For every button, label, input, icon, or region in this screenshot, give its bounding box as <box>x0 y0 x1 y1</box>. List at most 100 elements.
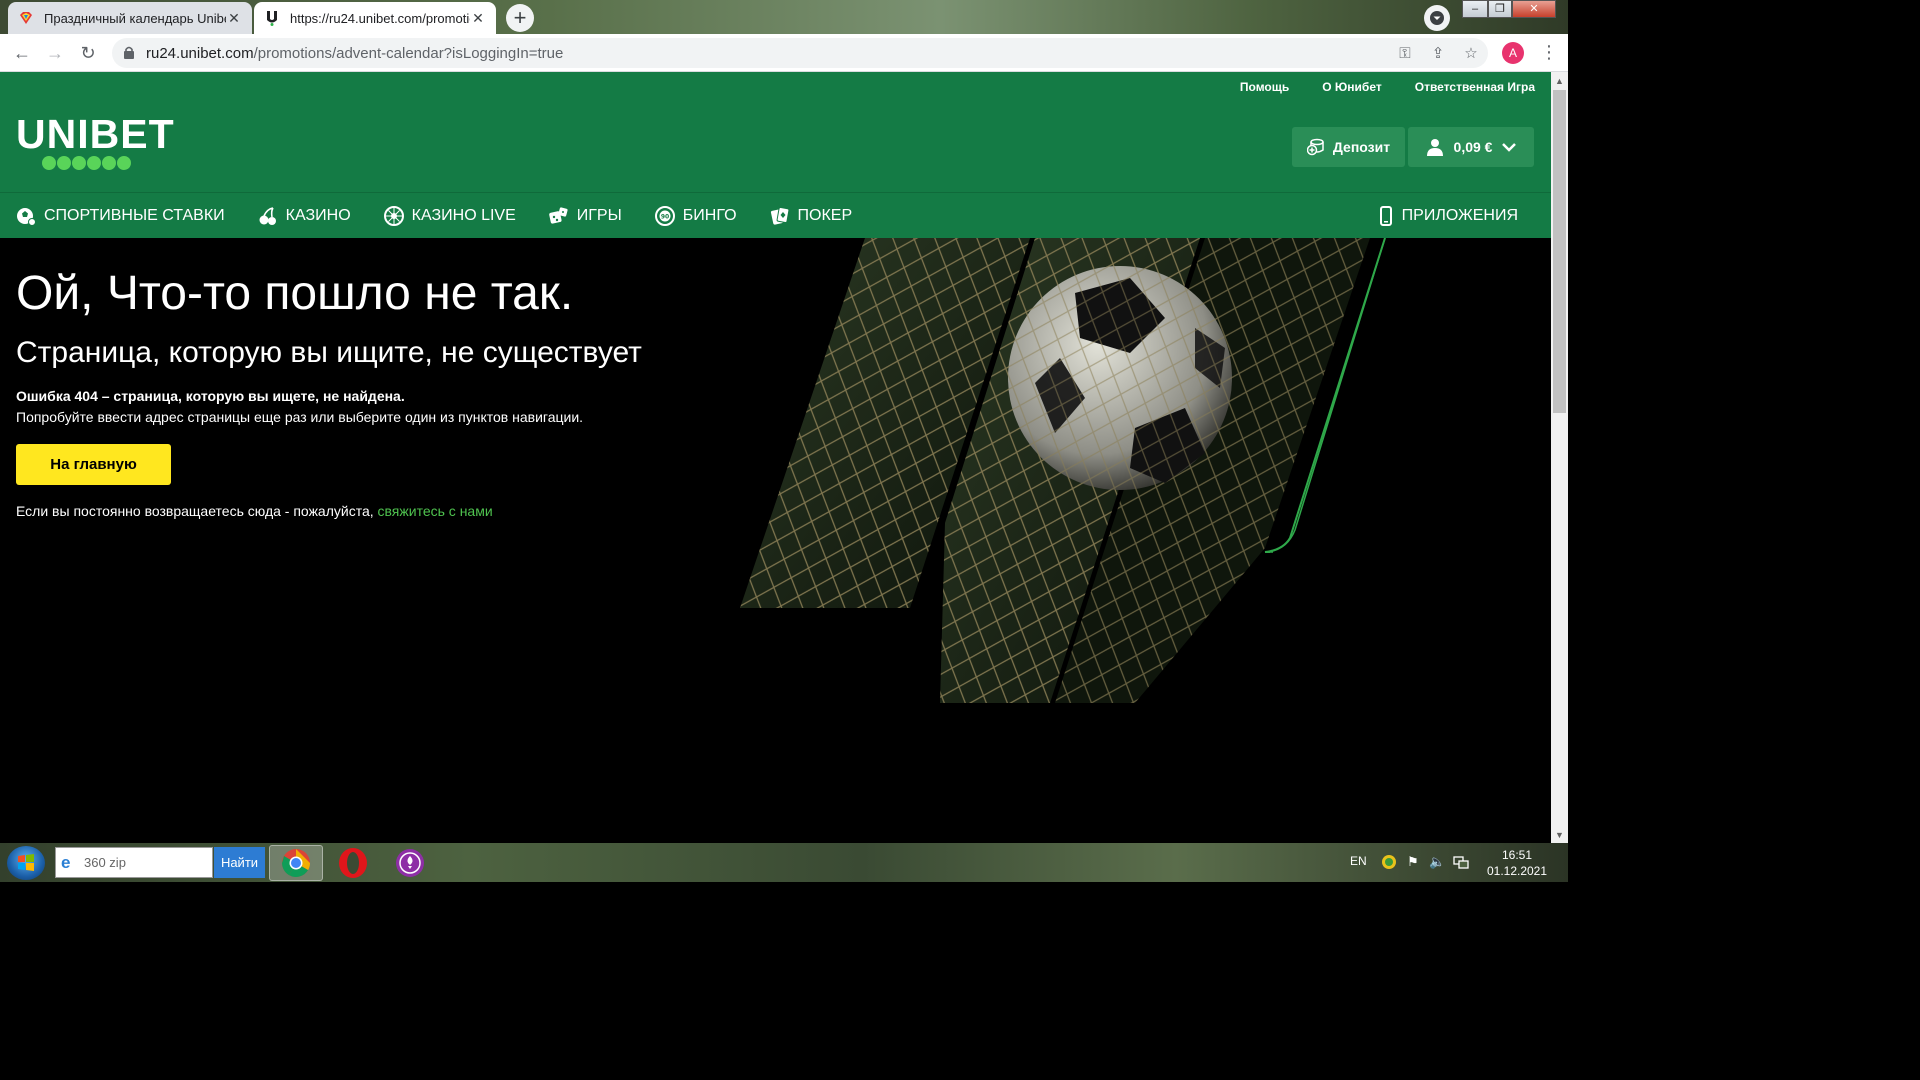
tab-title: https://ru24.unibet.com/promotions/adven… <box>290 10 470 26</box>
mobile-phone-icon <box>1379 205 1392 226</box>
url-text: ru24.unibet.com/promotions/advent-calend… <box>146 45 563 62</box>
logo-text: UNIBET <box>16 111 175 157</box>
back-arrow-icon[interactable]: ← <box>12 43 32 63</box>
home-button[interactable]: На главную <box>16 444 171 485</box>
keyboard-language[interactable]: EN <box>1350 854 1367 868</box>
chevron-down-icon <box>1502 143 1517 152</box>
url-path: /promotions/advent-calendar?isLoggingIn=… <box>253 45 564 62</box>
bingo-ball-icon: 90 <box>654 205 675 226</box>
taskbar-search-button[interactable]: Найти <box>214 847 265 878</box>
user-icon <box>1426 139 1443 156</box>
contact-us-link[interactable]: свяжитесь с нами <box>378 503 493 519</box>
error-subtitle: Страница, которую вы ищите, не существуе… <box>16 336 642 369</box>
responsible-gaming-link[interactable]: Ответственная Игра <box>1415 80 1535 94</box>
balance-amount: 0,09 € <box>1453 139 1493 155</box>
minimize-button[interactable]: – <box>1462 0 1488 18</box>
windows-logo-icon <box>18 854 34 871</box>
nav-poker[interactable]: ПОКЕР <box>770 206 853 226</box>
scroll-down-arrow-icon[interactable]: ▼ <box>1555 830 1564 840</box>
unibet-logo[interactable]: UNIBET <box>16 114 175 170</box>
page-scrollbar[interactable]: ▲ ▼ <box>1551 72 1568 843</box>
scroll-up-arrow-icon[interactable]: ▲ <box>1555 76 1564 86</box>
chevron-down-icon <box>1430 11 1444 25</box>
network-icon[interactable] <box>1453 854 1469 870</box>
profile-avatar[interactable]: A <box>1502 42 1524 64</box>
diamond-icon <box>20 12 32 24</box>
nav-casino[interactable]: КАЗИНО <box>258 206 351 226</box>
error-title: Ой, Что-то пошло не так. <box>16 267 574 320</box>
taskbar-clock[interactable]: 16:51 01.12.2021 <box>1486 847 1548 879</box>
main-navigation: СПОРТИВНЫЕ СТАВКИ КАЗИНО КАЗИНО LIVE ИГР… <box>16 193 885 238</box>
deposit-button[interactable]: Депозит <box>1292 127 1405 167</box>
error-hint: Попробуйте ввести адрес страницы еще раз… <box>16 409 584 425</box>
sports-ball-icon <box>17 207 36 226</box>
deposit-coins-icon <box>1306 138 1324 156</box>
browser-toolbar: ← → ↻ ru24.unibet.com/promotions/advent-… <box>0 34 1568 72</box>
window-controls: – ❐ ✕ <box>1462 0 1556 20</box>
tab-search-button[interactable] <box>1424 5 1450 31</box>
football-net-artwork <box>740 238 1386 703</box>
opera-icon <box>339 848 367 878</box>
web-page: Помощь О Юнибет Ответственная Игра UNIBE… <box>0 72 1551 843</box>
cherries-icon <box>259 206 276 225</box>
account-balance-button[interactable]: 0,09 € <box>1408 127 1534 167</box>
nav-apps[interactable]: ПРИЛОЖЕНИЯ <box>1379 193 1518 238</box>
unibet-u-icon <box>267 11 277 26</box>
top-links: Помощь О Юнибет Ответственная Игра <box>1240 80 1535 94</box>
logo-dots <box>42 156 175 170</box>
nav-live-casino[interactable]: КАЗИНО LIVE <box>383 205 516 226</box>
contact-prefix: Если вы постоянно возвращаетесь сюда - п… <box>16 503 378 519</box>
error-code-line: Ошибка 404 – страница, которую вы ищете,… <box>16 388 405 404</box>
chrome-icon <box>282 849 310 877</box>
tab-advent-calendar[interactable]: Праздничный календарь Unibet ✕ <box>8 2 252 34</box>
poker-app-icon <box>396 849 424 877</box>
maximize-button[interactable]: ❐ <box>1488 0 1512 18</box>
contact-line: Если вы постоянно возвращаетесь сюда - п… <box>16 503 493 519</box>
menu-kebab-icon[interactable]: ⋮ <box>1540 42 1558 62</box>
taskbar-chrome[interactable] <box>269 845 323 881</box>
nav-bingo[interactable]: 90 БИНГО <box>654 205 737 226</box>
forward-arrow-icon[interactable]: → <box>45 43 65 63</box>
url-host: ru24.unibet.com <box>146 45 254 62</box>
clock-time: 16:51 <box>1501 848 1533 862</box>
about-link[interactable]: О Юнибет <box>1322 80 1381 94</box>
reload-icon[interactable]: ↻ <box>78 43 98 63</box>
roulette-icon <box>383 205 404 226</box>
close-tab-icon[interactable]: ✕ <box>226 10 242 26</box>
new-tab-button[interactable]: + <box>506 4 534 32</box>
action-center-flag-icon[interactable]: ⚑ <box>1405 854 1421 870</box>
nav-label: ПОКЕР <box>797 206 853 224</box>
nav-label: БИНГО <box>682 206 737 224</box>
clock-date: 01.12.2021 <box>1486 864 1548 878</box>
tab-title: Праздничный календарь Unibet <box>44 10 226 26</box>
nav-sports-betting[interactable]: СПОРТИВНЫЕ СТАВКИ <box>16 206 225 226</box>
ie-search-icon: e <box>61 853 71 872</box>
share-icon[interactable]: ⇪ <box>1429 45 1447 63</box>
dice-icon <box>548 206 568 224</box>
close-tab-icon[interactable]: ✕ <box>470 10 486 26</box>
svg-text:90: 90 <box>661 213 669 220</box>
help-link[interactable]: Помощь <box>1240 80 1289 94</box>
lock-icon <box>124 46 134 59</box>
scrollbar-thumb[interactable] <box>1553 90 1566 413</box>
nav-label: СПОРТИВНЫЕ СТАВКИ <box>44 206 225 224</box>
nav-label: ИГРЫ <box>576 206 622 224</box>
os-taskbar: e Найти EN ⚑ 🔈 16:51 01.12.2021 <box>0 843 1568 882</box>
cards-icon <box>770 206 789 225</box>
nav-label: КАЗИНО LIVE <box>411 206 516 224</box>
key-icon[interactable]: ⚿ <box>1396 45 1414 63</box>
tray-app-icon[interactable] <box>1381 854 1397 870</box>
start-button[interactable] <box>7 846 45 880</box>
address-bar[interactable]: ru24.unibet.com/promotions/advent-calend… <box>112 38 1488 68</box>
nav-games[interactable]: ИГРЫ <box>548 206 622 226</box>
close-window-button[interactable]: ✕ <box>1512 0 1556 18</box>
taskbar-opera[interactable] <box>326 845 380 881</box>
apps-label: ПРИЛОЖЕНИЯ <box>1401 206 1518 224</box>
star-icon[interactable]: ☆ <box>1462 45 1480 63</box>
taskbar-poker-app[interactable] <box>383 845 437 881</box>
tab-unibet-404[interactable]: https://ru24.unibet.com/promotions/adven… <box>254 2 496 34</box>
taskbar-search-box: e <box>55 847 213 878</box>
taskbar-search-input[interactable] <box>82 854 206 871</box>
volume-icon[interactable]: 🔈 <box>1429 854 1445 870</box>
nav-label: КАЗИНО <box>285 206 351 224</box>
